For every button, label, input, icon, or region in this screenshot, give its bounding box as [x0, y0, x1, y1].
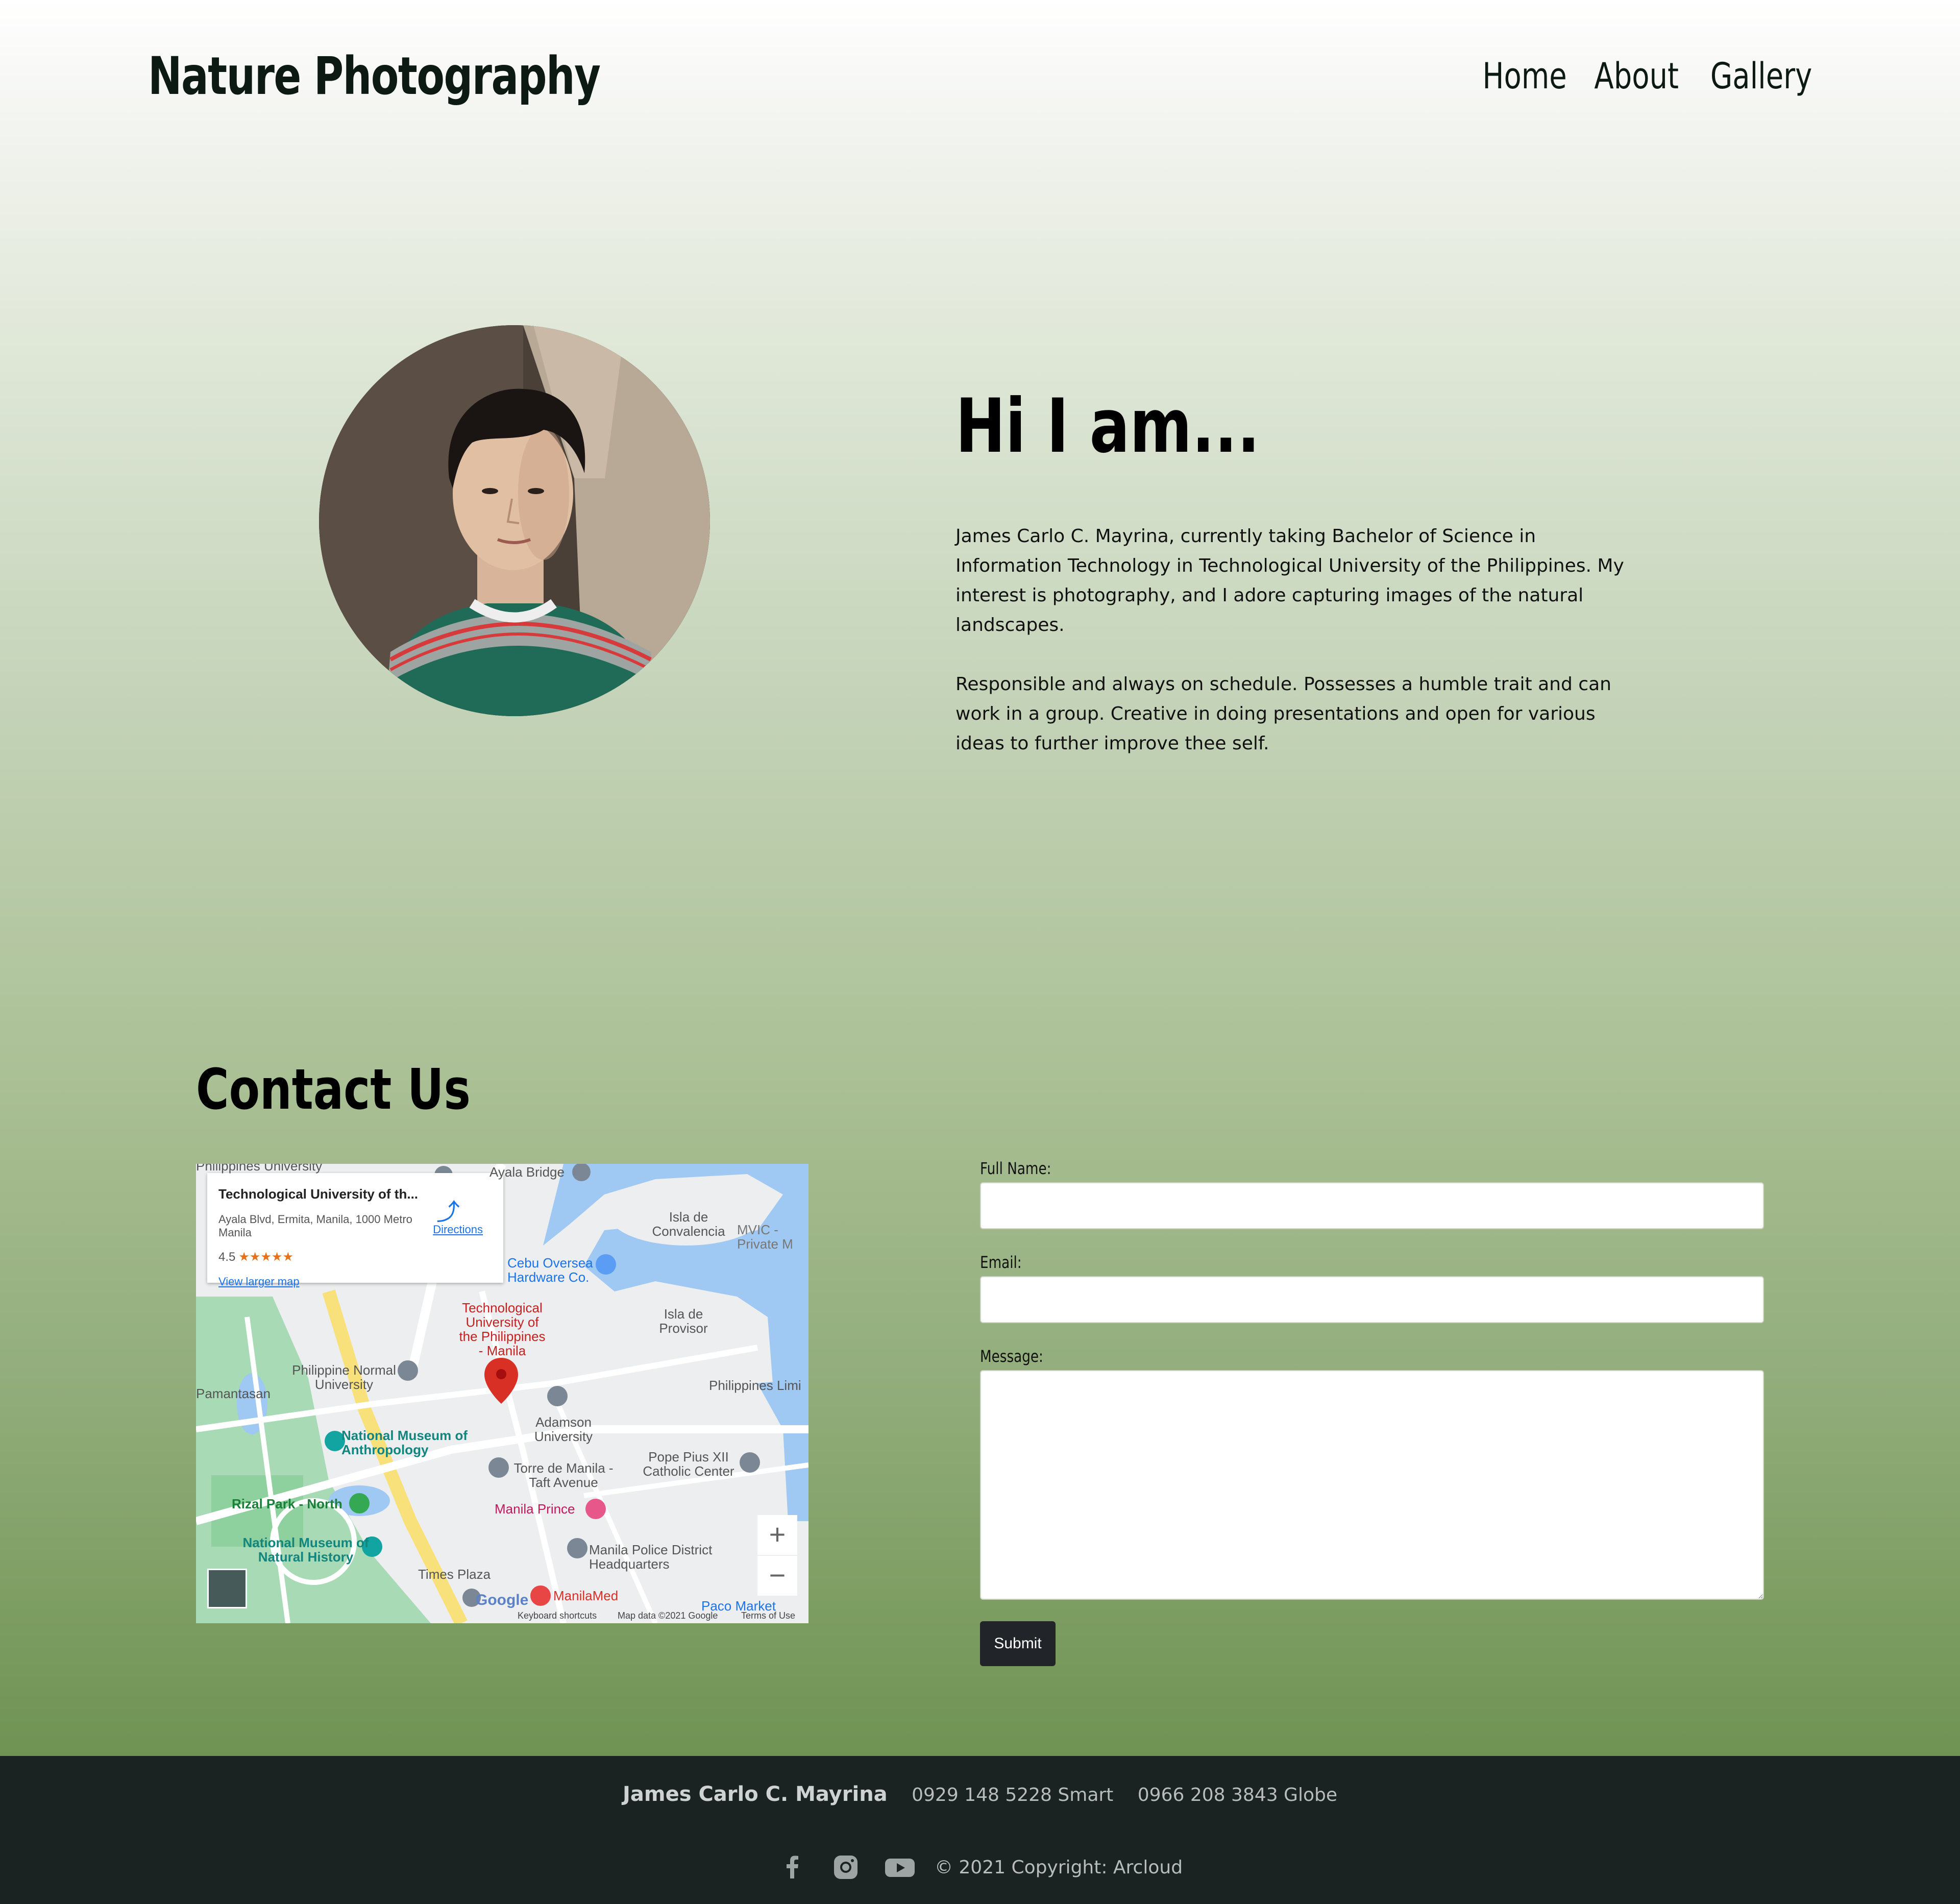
map-label-tup[interactable]: Technological University of the Philippi…	[456, 1301, 548, 1358]
bio-paragraph-2: Responsible and always on schedule. Poss…	[955, 674, 1611, 754]
map-label-torre[interactable]: Torre de Manila - Taft Avenue	[507, 1461, 620, 1490]
directions-icon[interactable]: ⤴	[436, 1193, 460, 1227]
map-rating-value: 4.5	[218, 1250, 236, 1264]
map-label-times[interactable]: Times Plaza	[418, 1567, 491, 1581]
map-label-provisor[interactable]: Isla de Provisor	[650, 1307, 717, 1335]
map-label-convalencia[interactable]: Isla de Convalencia	[650, 1210, 727, 1238]
footer-phone-smart: 0929 148 5228 Smart	[912, 1785, 1114, 1805]
contact-form: Full Name: Email: Message: Submit	[980, 1159, 1764, 1666]
site-footer: James Carlo C. Mayrina 0929 148 5228 Sma…	[0, 1756, 1960, 1904]
map-zoom-in-button[interactable]: +	[757, 1515, 797, 1555]
contact-heading: Contact Us	[196, 1057, 471, 1122]
map-rating: 4.5 ★★★★★	[218, 1250, 293, 1264]
about-bio: James Carlo C. Mayrina, currently taking…	[955, 522, 1639, 788]
embedded-map[interactable]: Technological University of th... Ayala …	[196, 1164, 808, 1623]
map-data-credit: Map data ©2021 Google	[618, 1610, 718, 1621]
profile-photo	[319, 325, 710, 716]
main-nav: Home About Gallery	[1477, 55, 1812, 97]
map-label-anthro[interactable]: National Museum of Anthropology	[341, 1428, 469, 1457]
directions-link[interactable]: Directions	[433, 1223, 483, 1236]
map-label-phil-lim[interactable]: Philippines Limi	[709, 1378, 801, 1393]
map-label-prince[interactable]: Manila Prince	[495, 1502, 575, 1516]
map-label-manilamed[interactable]: ManilaMed	[553, 1589, 618, 1603]
map-address: Ayala Blvd, Ermita, Manila, 1000 Metro M…	[218, 1213, 412, 1239]
instagram-icon[interactable]	[830, 1852, 861, 1883]
map-place-name: Technological University of th...	[218, 1186, 419, 1202]
map-label-ayala-bridge[interactable]: Ayala Bridge	[489, 1165, 565, 1179]
footer-social-row: © 2021 Copyright: Arcloud	[0, 1852, 1960, 1883]
facebook-icon[interactable]	[777, 1852, 808, 1883]
rating-stars-icon: ★★★★★	[238, 1250, 293, 1264]
map-label-natural[interactable]: National Museum of Natural History	[242, 1535, 370, 1564]
map-keyboard-shortcuts[interactable]: Keyboard shortcuts	[518, 1610, 597, 1621]
map-label-rizal[interactable]: Rizal Park - North	[232, 1497, 342, 1511]
map-terms-link[interactable]: Terms of Use	[741, 1610, 795, 1621]
map-label-phil-univ[interactable]: Philippines University	[196, 1164, 322, 1173]
footer-phone-globe: 0966 208 3843 Globe	[1137, 1785, 1337, 1805]
map-label-police[interactable]: Manila Police District Headquarters	[589, 1543, 737, 1571]
page-background: Nature Photography Home About Gallery Hi…	[0, 0, 1960, 1756]
name-label: Full Name:	[980, 1159, 1051, 1178]
nav-about[interactable]: About	[1594, 55, 1679, 97]
message-label: Message:	[980, 1347, 1043, 1366]
submit-button[interactable]: Submit	[980, 1621, 1056, 1666]
google-logo: Google	[476, 1592, 529, 1608]
email-field[interactable]	[980, 1276, 1764, 1323]
map-label-cebu[interactable]: Cebu Oversea Hardware Co.	[507, 1256, 599, 1284]
footer-contact-row: James Carlo C. Mayrina 0929 148 5228 Sma…	[0, 1783, 1960, 1806]
message-field[interactable]	[980, 1370, 1764, 1600]
footer-name: James Carlo C. Mayrina	[623, 1783, 888, 1806]
about-heading: Hi I am...	[955, 383, 1260, 470]
map-label-adamson[interactable]: Adamson University	[525, 1415, 602, 1444]
map-label-pnu[interactable]: Philippine Normal University	[280, 1363, 408, 1392]
map-layer-toggle[interactable]	[207, 1569, 247, 1608]
youtube-icon[interactable]	[884, 1852, 916, 1883]
map-label-mvic[interactable]: MVIC - Private M	[737, 1223, 808, 1251]
map-zoom-out-button[interactable]: −	[757, 1556, 797, 1596]
email-label: Email:	[980, 1253, 1022, 1272]
map-info-card: Technological University of th... Ayala …	[207, 1173, 503, 1288]
site-brand[interactable]: Nature Photography	[148, 46, 601, 107]
map-label-pamantasan[interactable]: Pamantasan	[196, 1386, 271, 1401]
footer-copyright: © 2021 Copyright: Arcloud	[934, 1857, 1183, 1878]
full-name-field[interactable]	[980, 1182, 1764, 1229]
bio-paragraph-1: James Carlo C. Mayrina, currently taking…	[955, 526, 1624, 636]
view-larger-map-link[interactable]: View larger map	[218, 1275, 300, 1288]
nav-home[interactable]: Home	[1482, 55, 1566, 97]
nav-gallery[interactable]: Gallery	[1710, 55, 1812, 97]
map-label-pius[interactable]: Pope Pius XII Catholic Center	[635, 1450, 742, 1478]
